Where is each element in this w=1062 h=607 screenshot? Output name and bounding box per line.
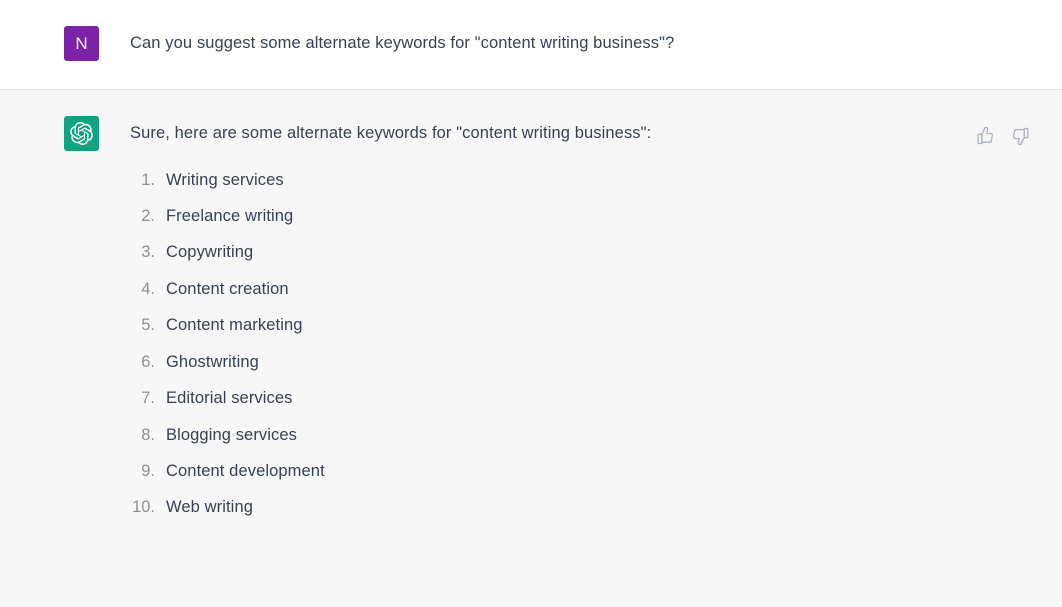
thumbs-down-icon[interactable]	[1010, 126, 1030, 146]
feedback-controls	[976, 126, 1030, 146]
avatar-initial: N	[75, 34, 88, 53]
list-item-label: Freelance writing	[166, 206, 294, 225]
list-item-number: 7.	[141, 389, 155, 408]
user-message-row: N Can you suggest some alternate keyword…	[0, 26, 1062, 61]
list-item-number: 2.	[141, 206, 155, 225]
list-item: 4. Content creation	[130, 278, 1032, 302]
list-item-number: 3.	[141, 243, 155, 262]
list-item-number: 4.	[141, 279, 155, 298]
list-item-label: Editorial services	[166, 389, 293, 408]
chat-conversation: N Can you suggest some alternate keyword…	[0, 0, 1062, 607]
avatar	[64, 116, 99, 151]
list-item-number: 8.	[141, 425, 155, 444]
assistant-message-text: Sure, here are some alternate keywords f…	[130, 124, 652, 142]
thumbs-up-icon[interactable]	[976, 126, 996, 146]
assistant-message-row: Sure, here are some alternate keywords f…	[0, 116, 1062, 533]
list-item: 8. Blogging services	[130, 424, 1032, 448]
list-item: 7. Editorial services	[130, 387, 1032, 411]
list-item: 1. Writing services	[130, 169, 1032, 193]
list-item-number: 5.	[141, 316, 155, 335]
list-item: 9. Content development	[130, 460, 1032, 484]
list-item-label: Content marketing	[166, 316, 303, 335]
user-message-content: Can you suggest some alternate keywords …	[130, 26, 1032, 57]
list-item-label: Content creation	[166, 279, 289, 298]
user-message-text: Can you suggest some alternate keywords …	[130, 34, 675, 52]
list-item: 5. Content marketing	[130, 314, 1032, 338]
assistant-message-block: Sure, here are some alternate keywords f…	[0, 89, 1062, 607]
list-item-number: 1.	[141, 170, 155, 189]
avatar: N	[64, 26, 99, 61]
list-item-label: Writing services	[166, 170, 284, 189]
list-item-number: 6.	[141, 352, 155, 371]
list-item-number: 9.	[141, 461, 155, 480]
list-item: 3. Copywriting	[130, 241, 1032, 265]
user-message-block: N Can you suggest some alternate keyword…	[0, 0, 1062, 89]
list-item-label: Copywriting	[166, 243, 254, 262]
list-item: 10. Web writing	[130, 496, 1032, 520]
openai-logo-icon	[70, 122, 93, 145]
list-item-label: Blogging services	[166, 425, 298, 444]
keyword-list: 1. Writing services 2. Freelance writing…	[130, 169, 1032, 521]
list-item: 6. Ghostwriting	[130, 351, 1032, 375]
list-item-label: Web writing	[166, 498, 253, 517]
list-item-label: Ghostwriting	[166, 352, 259, 371]
assistant-message-content: Sure, here are some alternate keywords f…	[130, 116, 1032, 533]
list-item: 2. Freelance writing	[130, 205, 1032, 229]
list-item-number: 10.	[132, 498, 155, 517]
list-item-label: Content development	[166, 461, 325, 480]
